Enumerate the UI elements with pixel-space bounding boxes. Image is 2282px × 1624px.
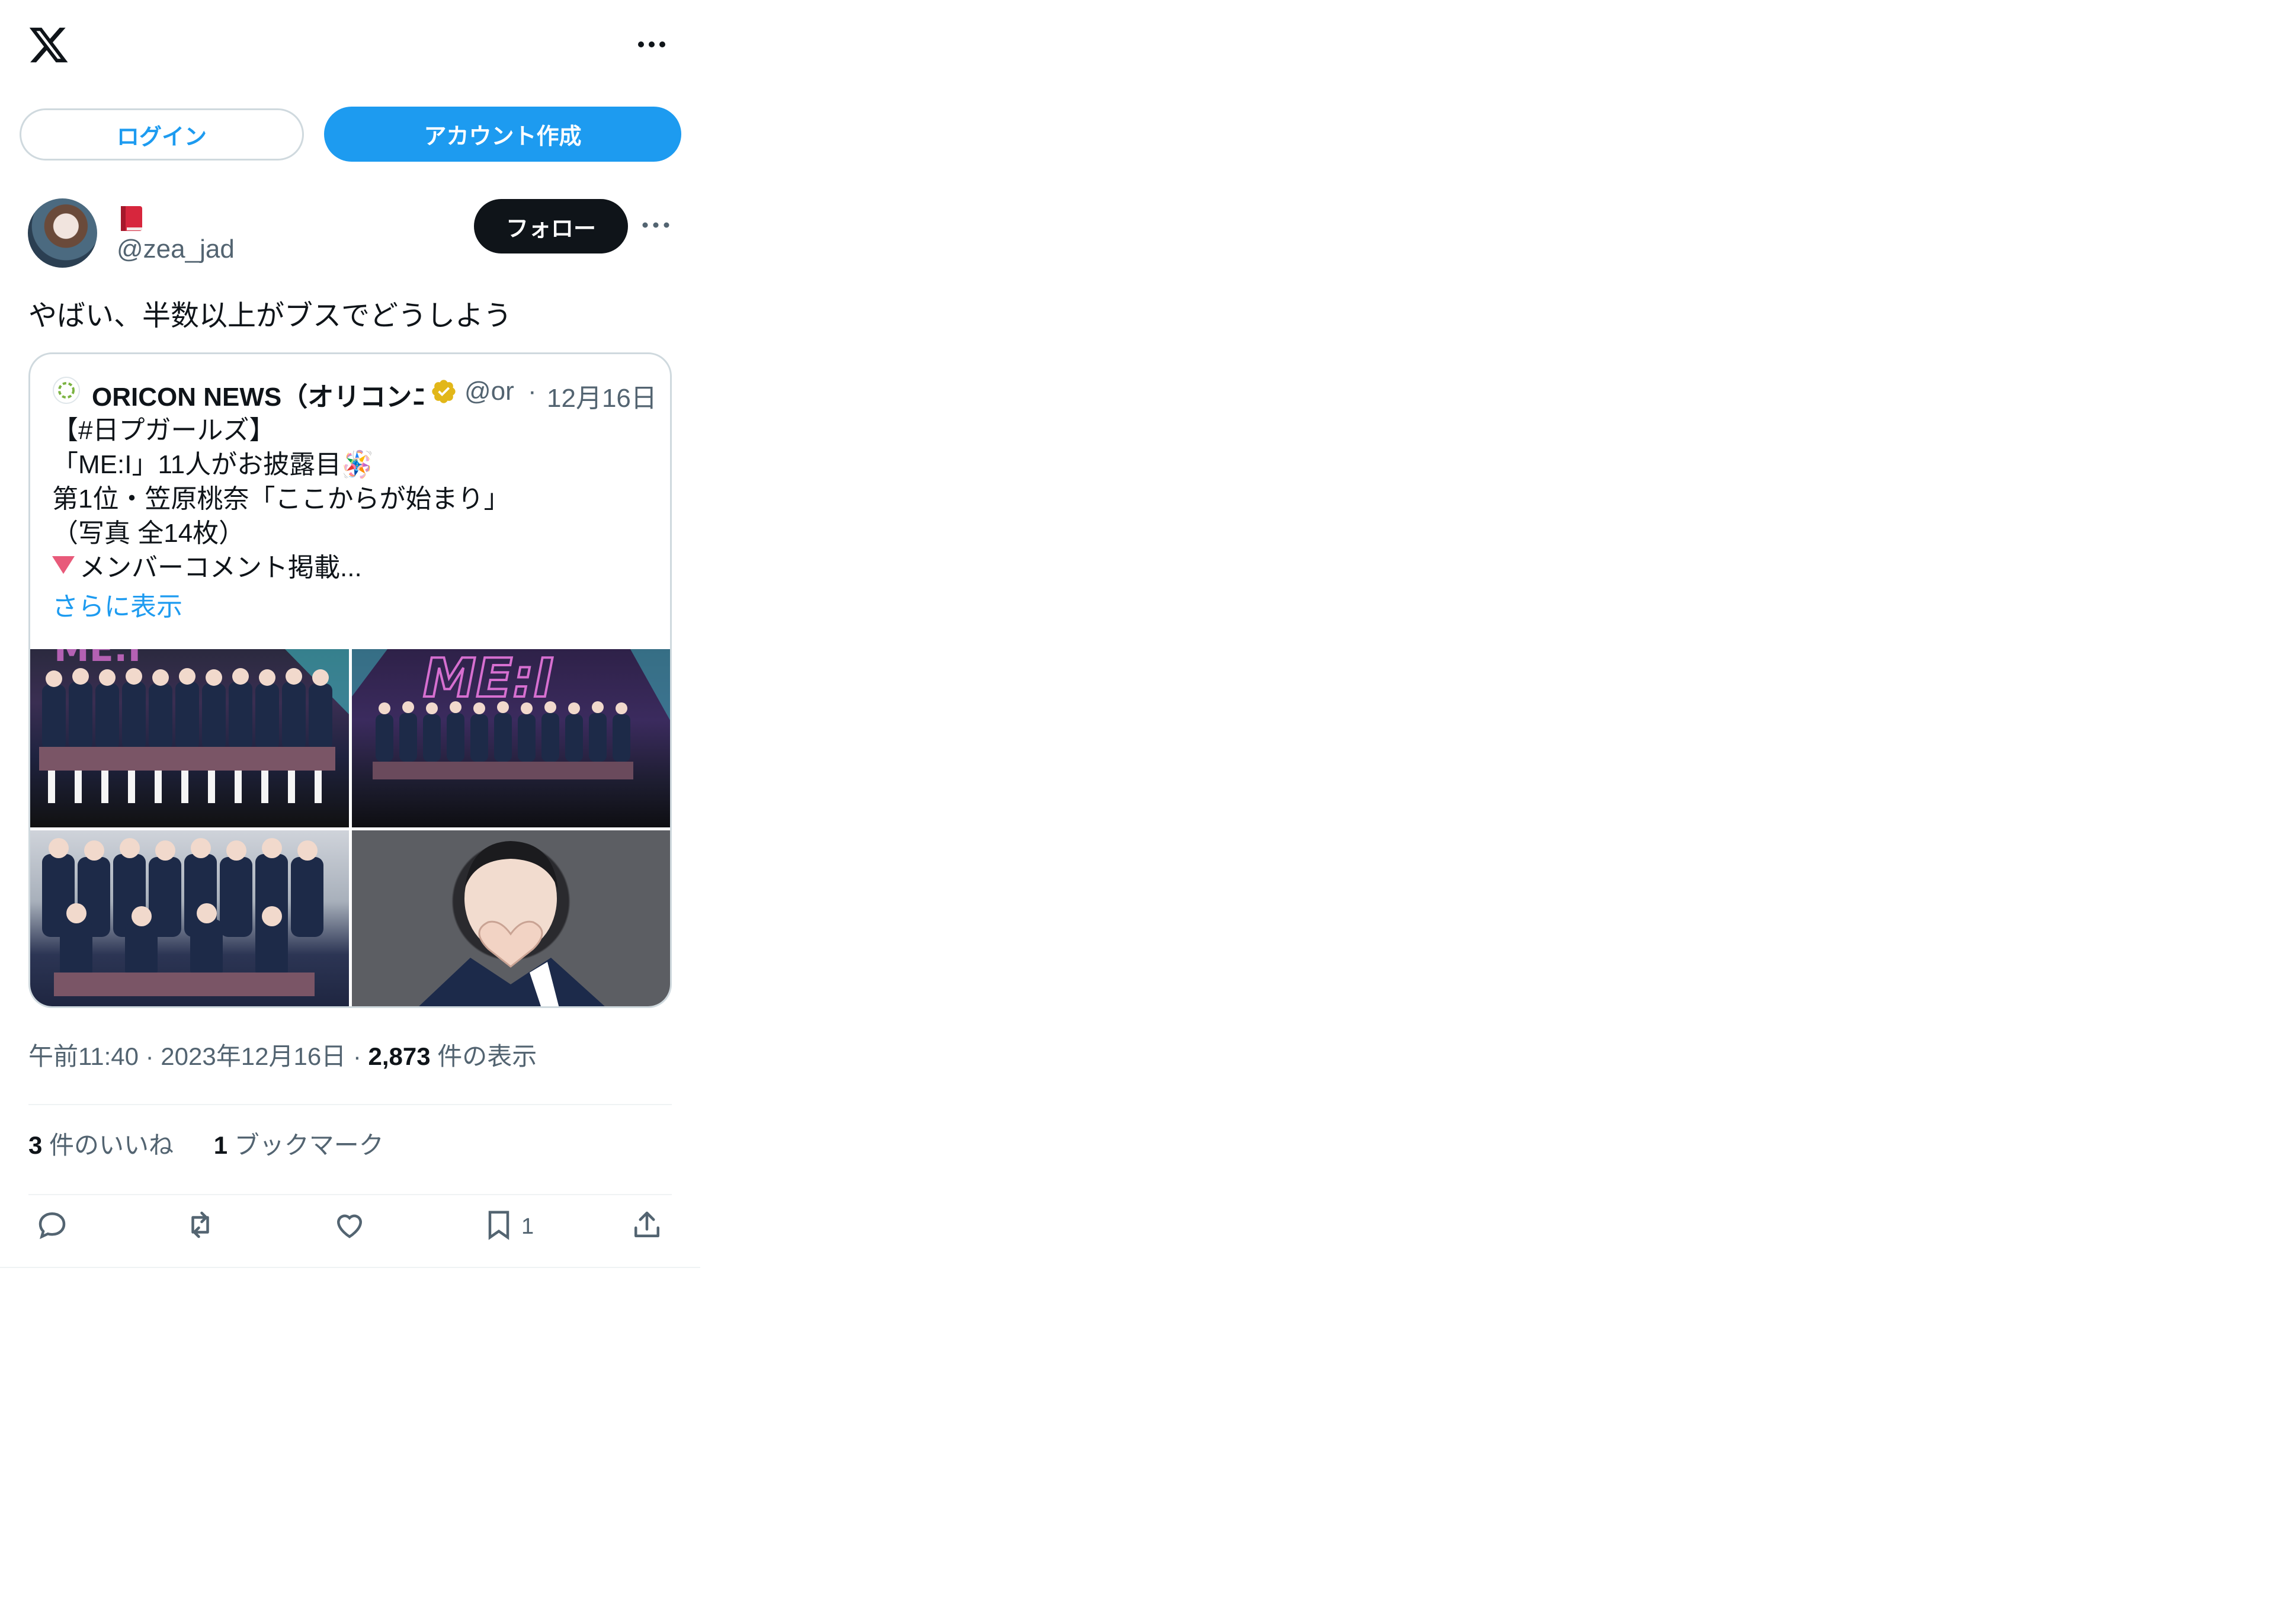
view-count: 2,873 xyxy=(368,1042,431,1070)
quoted-date[interactable]: 12月16日 xyxy=(547,377,657,415)
login-button[interactable]: ログイン xyxy=(20,108,304,161)
tweet-text: やばい、半数以上がブスでどうしよう xyxy=(28,300,512,332)
more-horizontal-icon[interactable] xyxy=(640,216,672,234)
x-logo-icon[interactable] xyxy=(27,24,70,66)
quoted-line: メンバーコメント掲載... xyxy=(79,553,362,582)
quoted-line: （写真 全14枚） xyxy=(52,519,245,548)
share-button[interactable] xyxy=(629,1207,671,1249)
media-image[interactable]: ME:I xyxy=(352,649,670,827)
likes-stat[interactable]: 3 件のいいね xyxy=(28,1131,174,1159)
like-button[interactable] xyxy=(332,1207,373,1249)
quoted-line: 【#日プガールズ】 xyxy=(52,416,275,445)
reply-icon xyxy=(39,1212,66,1240)
quoted-line-with-icon: メンバーコメント掲載... xyxy=(52,551,509,585)
quoted-text: 【#日プガールズ】 「ME:I」11人がお披露目🪅 第1位・笠原桃奈「ここからが… xyxy=(52,413,509,585)
avatar[interactable] xyxy=(28,198,97,268)
red-triangle-icon xyxy=(52,556,75,574)
divider xyxy=(0,1267,700,1268)
oricon-logo-icon xyxy=(53,377,80,404)
media-image[interactable]: ME:I xyxy=(30,649,349,827)
signup-button[interactable]: アカウント作成 xyxy=(324,107,681,162)
bookmark-count: 1 xyxy=(521,1214,534,1239)
quoted-author-name[interactable]: ORICON NEWS（オリコンニュース） xyxy=(92,375,424,413)
bookmarks-stat[interactable]: 1 ブックマーク xyxy=(214,1131,384,1159)
likes-label: 件のいいね xyxy=(42,1131,174,1159)
verified-badge-icon xyxy=(432,380,456,403)
engagement-stats: 3 件のいいね 1 ブックマーク xyxy=(28,1125,384,1161)
closed-book-emoji-icon xyxy=(121,206,142,231)
retweet-button[interactable] xyxy=(182,1207,224,1249)
quoted-line: 「ME:I」11人がお披露目🪅 xyxy=(52,450,374,479)
bookmarks-count: 1 xyxy=(213,1131,228,1159)
divider xyxy=(28,1194,672,1195)
likes-count: 3 xyxy=(28,1131,43,1159)
image-caption: ME:I xyxy=(54,649,141,670)
quoted-line: 第1位・笠原桃奈「ここからが始まり」 xyxy=(52,484,510,513)
share-icon xyxy=(634,1211,659,1237)
reply-button[interactable] xyxy=(34,1207,76,1249)
follow-button[interactable]: フォロー xyxy=(474,199,628,253)
bookmarks-label: ブックマーク xyxy=(227,1131,384,1159)
media-image[interactable] xyxy=(30,830,349,1006)
show-more-link[interactable]: さらに表示 xyxy=(52,585,182,623)
more-horizontal-icon[interactable] xyxy=(634,33,669,56)
divider xyxy=(28,1104,672,1105)
heart-icon xyxy=(336,1214,363,1238)
author-handle[interactable]: @zea_jad xyxy=(117,235,235,264)
bookmark-icon xyxy=(488,1211,509,1240)
image-caption: ME:I xyxy=(423,649,554,710)
quoted-tweet-card[interactable]: ORICON NEWS（オリコンニュース） @or · 12月16日 【#日プガ… xyxy=(28,352,672,1008)
media-image[interactable] xyxy=(352,830,670,1006)
retweet-icon xyxy=(191,1211,209,1238)
timestamp[interactable]: 午前11:40 · 2023年12月16日 · xyxy=(28,1042,368,1070)
view-label: 件の表示 xyxy=(430,1042,537,1070)
quoted-author-handle[interactable]: @or xyxy=(464,377,514,406)
separator-dot: · xyxy=(528,377,537,406)
tweet-meta: 午前11:40 · 2023年12月16日 · 2,873 件の表示 xyxy=(28,1036,537,1073)
bookmark-button[interactable] xyxy=(481,1207,523,1249)
media-grid: ME:I ME:I xyxy=(30,649,670,1006)
